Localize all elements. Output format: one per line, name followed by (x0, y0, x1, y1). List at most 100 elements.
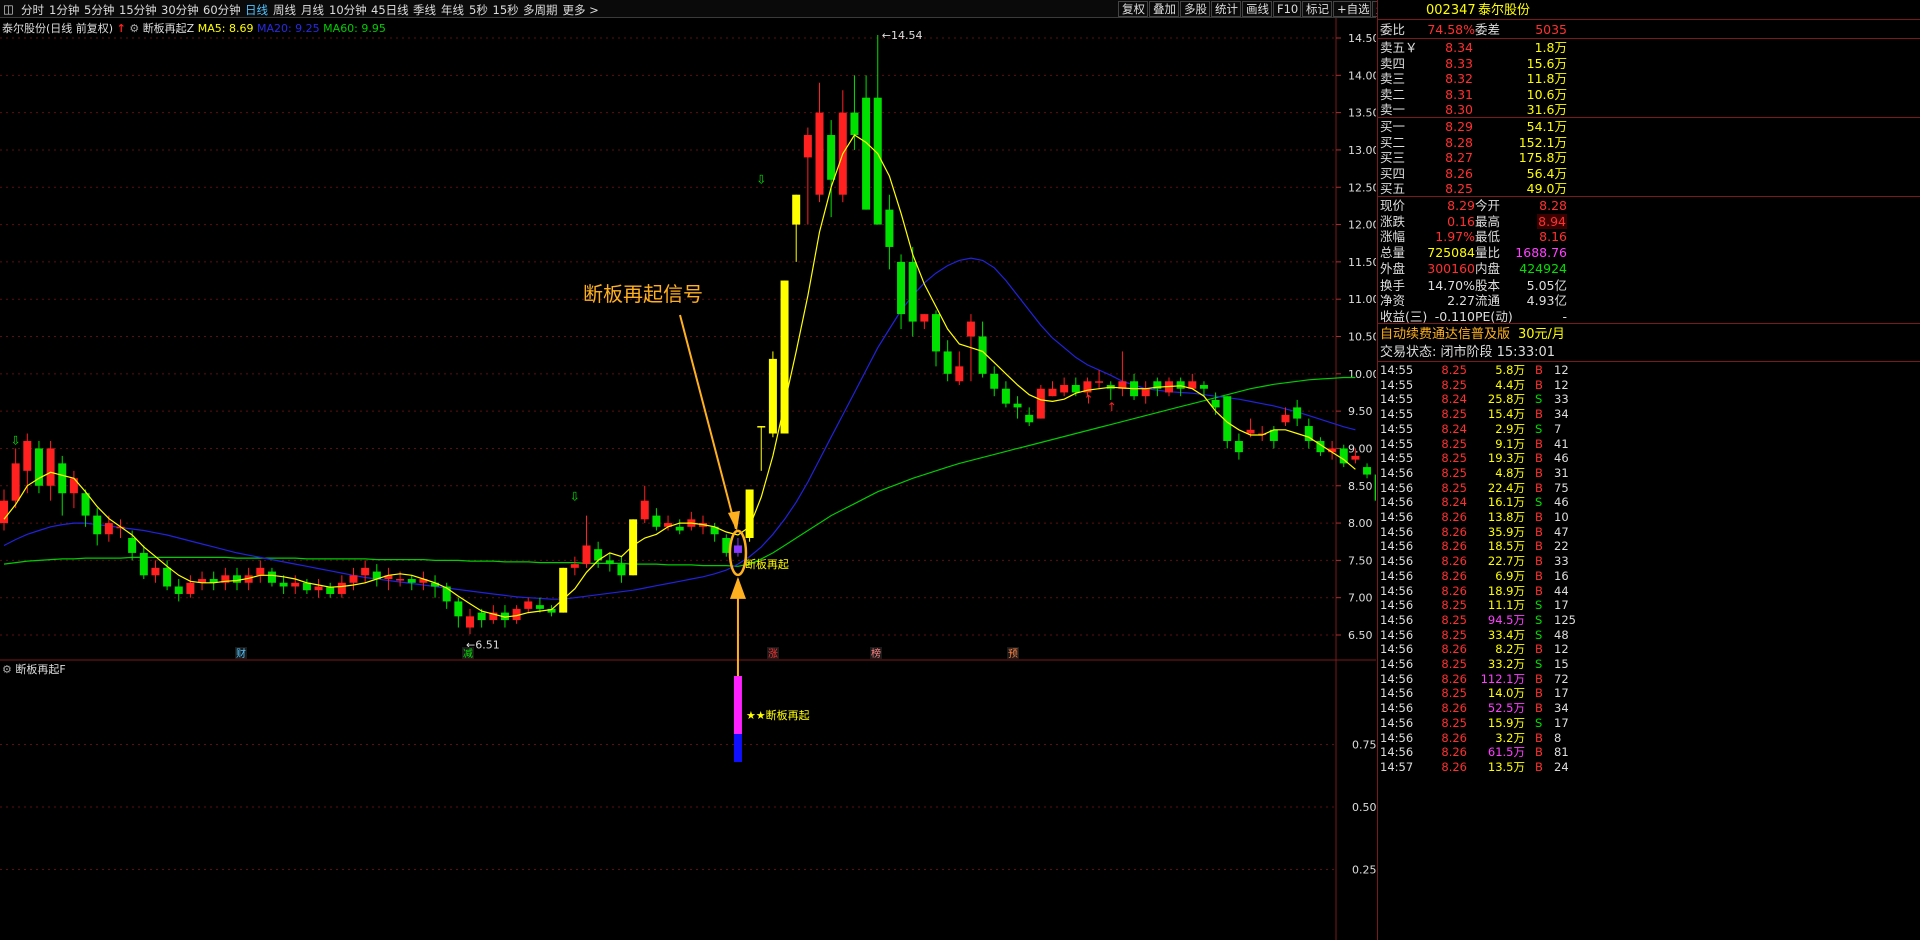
candle-body (1293, 407, 1302, 419)
tick-row[interactable]: 14:57 8.26 13.5万 B 24 (1378, 760, 1920, 776)
bid-label: 买三 (1380, 150, 1406, 166)
ask-volume: 15.6万 (1526, 55, 1567, 71)
y-tick-label: 10.00 (1348, 368, 1376, 381)
stat-row: 现价 8.29 今开 8.28 (1378, 198, 1920, 214)
tick-row[interactable]: 14:56 8.26 6.9万 B 16 (1378, 569, 1920, 585)
tick-row[interactable]: 14:56 8.26 112.1万 B 72 (1378, 672, 1920, 688)
sub-chart-title[interactable]: 断板再起F (15, 663, 65, 676)
stat-value: 424924 (1519, 260, 1567, 276)
tick-time: 14:55 (1380, 451, 1414, 466)
candle-body (174, 586, 183, 594)
tick-row[interactable]: 14:56 8.25 94.5万 S 125 (1378, 613, 1920, 629)
tick-row[interactable]: 14:55 8.24 2.9万 S 7 (1378, 422, 1920, 438)
tick-row[interactable]: 14:56 8.26 8.2万 B 12 (1378, 642, 1920, 658)
tick-side: B (1535, 583, 1543, 598)
tick-row[interactable]: 14:55 8.25 19.3万 B 46 (1378, 451, 1920, 467)
weicha-label: 委差 (1475, 22, 1501, 37)
tick-count: 41 (1554, 436, 1569, 451)
tick-count: 31 (1554, 465, 1569, 480)
tick-row[interactable]: 14:56 8.25 33.2万 S 15 (1378, 657, 1920, 673)
candle-body (815, 112, 824, 195)
candle-body (151, 567, 160, 576)
y-tick-label: 12.50 (1348, 181, 1376, 194)
tick-row[interactable]: 14:56 8.24 16.1万 S 46 (1378, 495, 1920, 511)
kline-chart[interactable]: 14.50 14.00 13.50 13.00 12.50 12.00 11.50 11.00… (0, 0, 1376, 940)
candle-body (1036, 388, 1045, 419)
tick-row[interactable]: 14:55 8.25 5.8万 B 12 (1378, 363, 1920, 379)
candle-body (314, 586, 323, 591)
candle-body (1246, 429, 1255, 434)
sub-chart-header: ⚙ 断板再起F (2, 661, 66, 677)
tick-row[interactable]: 14:56 8.25 33.4万 S 48 (1378, 628, 1920, 644)
ask-volume: 31.6万 (1526, 102, 1567, 118)
tick-row[interactable]: 14:56 8.26 18.9万 B 44 (1378, 584, 1920, 600)
tick-volume: 15.9万 (1487, 715, 1525, 730)
tick-side: S (1535, 715, 1543, 730)
tick-row[interactable]: 14:56 8.25 11.1万 S 17 (1378, 598, 1920, 614)
tick-time: 14:56 (1380, 715, 1414, 730)
candle-body (978, 336, 987, 374)
ask-price: 8.32 (1445, 71, 1473, 87)
tick-price: 8.24 (1441, 421, 1467, 436)
stat-value: 8.28 (1539, 198, 1567, 213)
candle-body (780, 280, 789, 434)
candle-body (827, 135, 836, 180)
tick-row[interactable]: 14:56 8.26 3.2万 B 8 (1378, 731, 1920, 747)
bid-volume: 56.4万 (1526, 165, 1567, 181)
candle-body (803, 135, 812, 158)
stat-value: 5.05亿 (1526, 277, 1567, 293)
tick-side: B (1535, 701, 1543, 716)
stat-row: 涨幅 1.97% 最低 8.16 (1378, 229, 1920, 245)
tick-count: 12 (1554, 377, 1569, 392)
bid-volume: 54.1万 (1526, 119, 1567, 134)
candle-body (885, 209, 894, 247)
signal-label: 断板再起 (745, 557, 789, 571)
tick-row[interactable]: 14:56 8.26 22.7万 B 33 (1378, 554, 1920, 570)
ad-row[interactable]: 自动续费通达信普及版 30元/月 (1378, 326, 1920, 343)
signal-arrow-head (729, 576, 746, 599)
tick-row[interactable]: 14:56 8.25 15.9万 S 17 (1378, 716, 1920, 732)
tick-count: 46 (1554, 451, 1569, 466)
tick-row[interactable]: 14:56 8.25 22.4万 B 75 (1378, 481, 1920, 497)
candle-body (605, 560, 614, 565)
tick-row[interactable]: 14:56 8.26 52.5万 B 34 (1378, 701, 1920, 717)
indicator-settings-icon[interactable]: ⚙ (129, 22, 139, 35)
candle-body (69, 478, 78, 494)
sub-y-tick-label: 0.25 (1352, 864, 1376, 877)
stat-value: 2.27 (1447, 293, 1475, 309)
candle-body (990, 373, 999, 389)
tick-row[interactable]: 14:55 8.25 9.1万 B 41 (1378, 437, 1920, 453)
stat-value: 725084 (1427, 245, 1475, 261)
tick-side: B (1535, 480, 1543, 495)
tick-count: 47 (1554, 524, 1569, 539)
tick-row[interactable]: 14:56 8.26 35.9万 B 47 (1378, 525, 1920, 541)
bid-price: 8.25 (1445, 181, 1473, 197)
settings-icon[interactable]: ⚙ (2, 663, 12, 676)
tick-volume: 15.4万 (1487, 407, 1525, 422)
tick-row[interactable]: 14:56 8.25 4.8万 B 31 (1378, 466, 1920, 482)
stat-value: 8.29 (1447, 198, 1475, 213)
candle-body (1060, 385, 1069, 393)
tick-time: 14:56 (1380, 701, 1414, 716)
tick-row[interactable]: 14:56 8.26 13.8万 B 10 (1378, 510, 1920, 526)
tick-row[interactable]: 14:56 8.25 14.0万 B 17 (1378, 686, 1920, 702)
candle-body (349, 575, 358, 583)
ad-price[interactable]: 30元/月 (1518, 326, 1565, 343)
tick-row[interactable]: 14:55 8.24 25.8万 S 33 (1378, 392, 1920, 408)
tick-volume: 18.5万 (1487, 539, 1525, 554)
stock-code: 002347 (1426, 3, 1476, 18)
tick-price: 8.25 (1441, 377, 1467, 392)
tick-row[interactable]: 14:56 8.26 61.5万 B 81 (1378, 745, 1920, 761)
tick-count: 46 (1554, 495, 1569, 510)
tick-row[interactable]: 14:56 8.26 18.5万 B 22 (1378, 539, 1920, 555)
indicator-name[interactable]: 断板再起Z (143, 22, 195, 35)
tick-time: 14:56 (1380, 510, 1414, 524)
ad-text[interactable]: 自动续费通达信普及版 (1380, 326, 1510, 343)
candle-body (1025, 414, 1034, 423)
tick-time: 14:56 (1380, 642, 1414, 657)
event-label: 榜 (871, 647, 881, 660)
tick-row[interactable]: 14:55 8.25 4.4万 B 12 (1378, 378, 1920, 394)
tick-side: S (1535, 392, 1543, 407)
tick-count: 12 (1554, 642, 1569, 657)
tick-row[interactable]: 14:55 8.25 15.4万 B 34 (1378, 407, 1920, 423)
